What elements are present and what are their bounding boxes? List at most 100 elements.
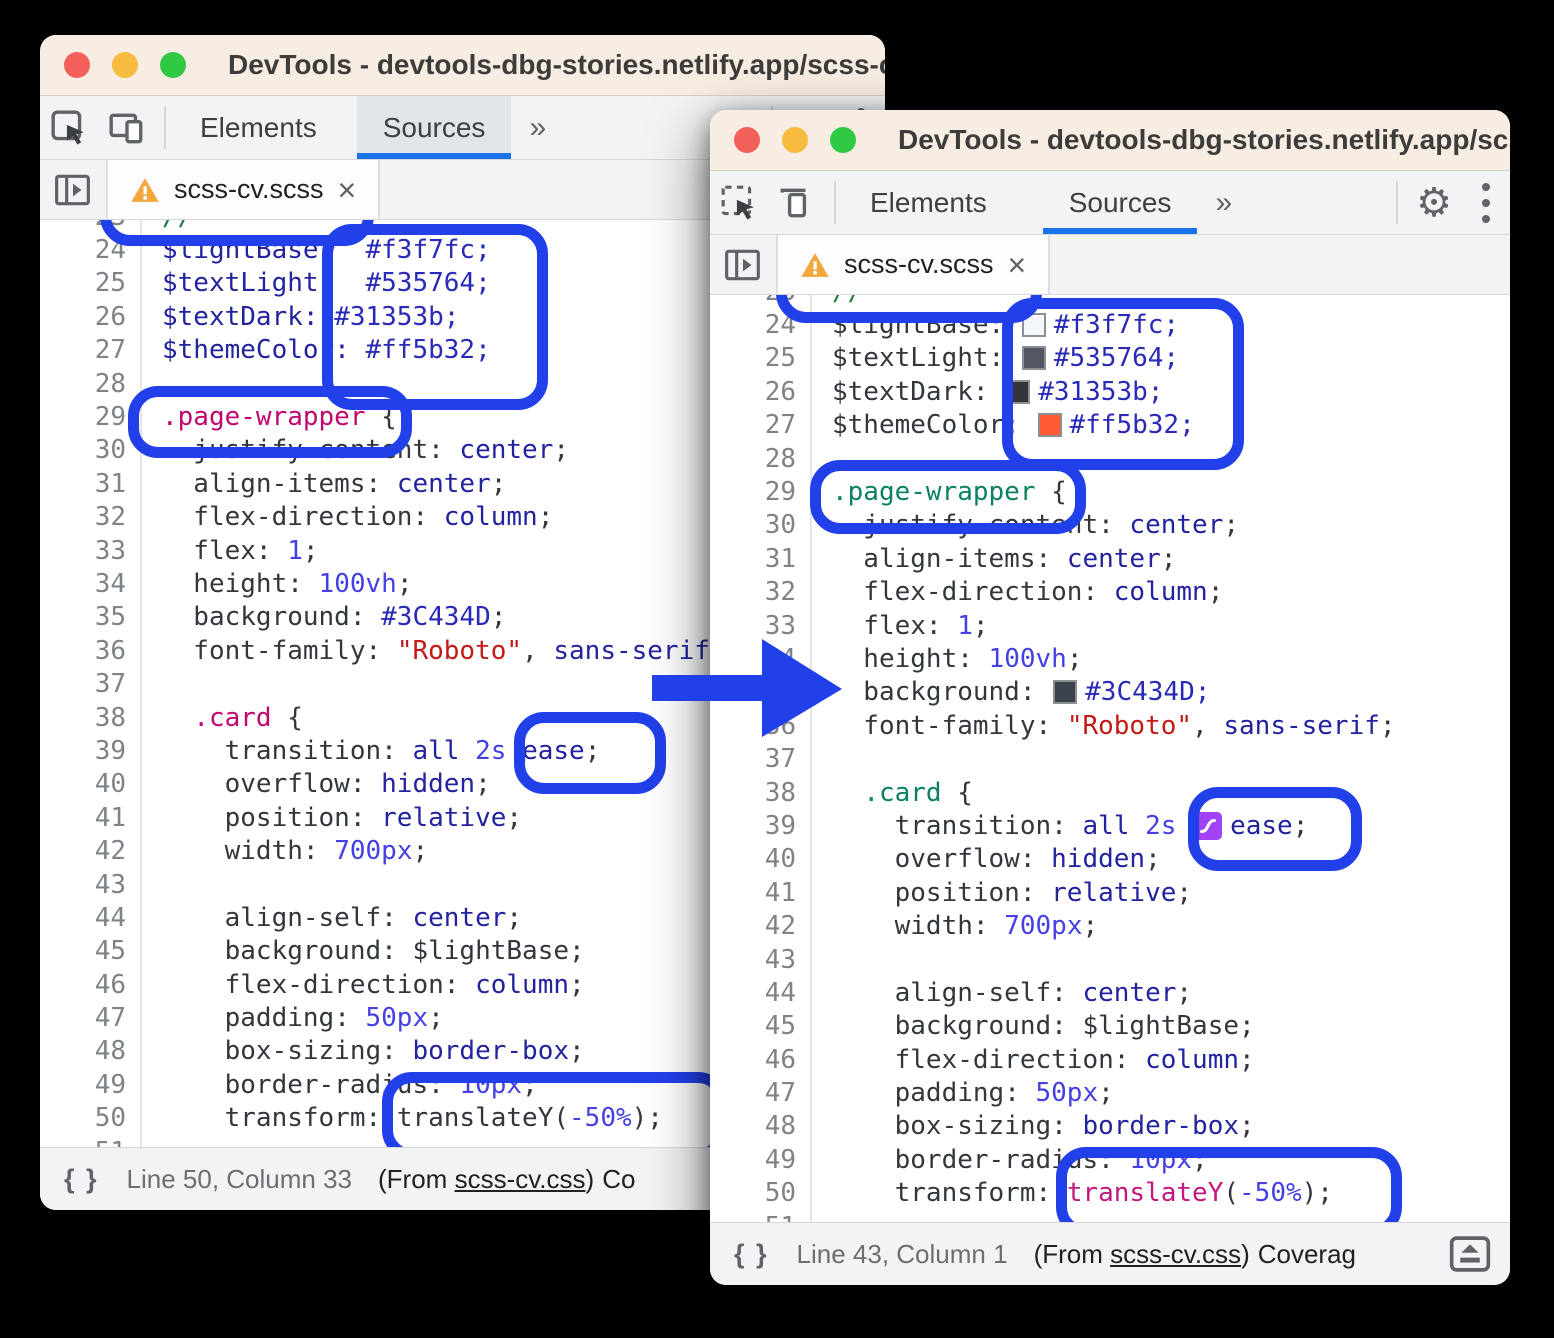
zoom-window-button[interactable]: [160, 52, 186, 78]
more-tabs-chevron[interactable]: »: [1197, 171, 1250, 234]
line-number: 37: [40, 669, 140, 699]
warning-icon: [800, 251, 830, 279]
code-text: border-radius: 10px;: [812, 1145, 1208, 1175]
line-number: 47: [710, 1078, 810, 1108]
line-number: 36: [40, 636, 140, 666]
code-text: overflow: hidden;: [812, 844, 1161, 874]
active-tab-underline: [1043, 228, 1198, 234]
code-line: 30 justify-content: center;: [710, 509, 1510, 542]
minimize-window-button[interactable]: [782, 127, 808, 153]
line-number: 50: [40, 1103, 140, 1133]
coverage-text: Coverag: [1258, 1239, 1356, 1270]
source-file-link[interactable]: scss-cv.css: [1110, 1239, 1241, 1269]
code-text: $textDark: #31353b;: [142, 302, 459, 332]
close-window-button[interactable]: [64, 52, 90, 78]
code-editor[interactable]: 23// ------------------------24$lightBas…: [710, 295, 1510, 1222]
devtools-toolbar: Elements Sources » ⚙: [710, 171, 1510, 235]
line-number: 37: [710, 744, 810, 774]
code-text: position: relative;: [142, 803, 522, 833]
more-tabs-chevron[interactable]: »: [511, 96, 564, 159]
device-toolbar-icon[interactable]: [768, 171, 826, 234]
code-text: $themeColor: #ff5b32;: [142, 335, 491, 365]
kebab-menu-icon[interactable]: [1462, 171, 1510, 234]
code-line: 40 overflow: hidden;: [710, 843, 1510, 876]
line-number: 24: [40, 235, 140, 265]
line-number: 51: [40, 1137, 140, 1147]
close-file-icon[interactable]: ×: [1008, 249, 1027, 281]
tab-elements[interactable]: Elements: [174, 96, 343, 159]
file-tab-label: scss-cv.scss: [174, 174, 324, 205]
line-number: 30: [40, 435, 140, 465]
color-swatch-icon: [1022, 346, 1046, 370]
code-line: 41 position: relative;: [710, 876, 1510, 909]
line-number: 42: [710, 911, 810, 941]
code-line: 48 box-sizing: border-box;: [710, 1110, 1510, 1143]
line-number: 27: [40, 335, 140, 365]
code-text: $lightBase: #f3f7fc;: [142, 235, 491, 265]
drawer-toggle-icon[interactable]: [1448, 1234, 1492, 1274]
code-text: .page-wrapper {: [812, 477, 1067, 507]
file-tab-scss-cv[interactable]: scss-cv.scss ×: [108, 160, 380, 219]
code-text: .card {: [142, 703, 303, 733]
line-number: 23: [40, 220, 140, 232]
minimize-window-button[interactable]: [112, 52, 138, 78]
line-number: 28: [710, 444, 810, 474]
line-number: 23: [710, 295, 810, 307]
line-number: 39: [710, 811, 810, 841]
code-text: height: 100vh;: [812, 644, 1082, 674]
warning-icon: [130, 176, 160, 204]
tab-sources[interactable]: Sources: [357, 96, 512, 159]
line-number: 32: [40, 502, 140, 532]
line-number: 48: [710, 1111, 810, 1141]
code-text: justify-content: center;: [812, 510, 1239, 540]
code-text: $lightBase: #f3f7fc;: [812, 310, 1179, 340]
settings-gear-icon[interactable]: ⚙: [1406, 171, 1462, 234]
line-number: 45: [710, 1011, 810, 1041]
line-number: 24: [710, 310, 810, 340]
pretty-print-icon[interactable]: { }: [64, 1164, 99, 1195]
line-number: 27: [710, 410, 810, 440]
source-file-link[interactable]: scss-cv.css: [455, 1164, 586, 1194]
code-text: // ------------------------: [812, 295, 1255, 307]
line-number: 38: [710, 778, 810, 808]
code-line: 29.page-wrapper {: [710, 475, 1510, 508]
code-text: width: 700px;: [142, 836, 428, 866]
navigator-toggle-icon[interactable]: [710, 235, 778, 294]
line-number: 41: [40, 803, 140, 833]
tab-sources[interactable]: Sources: [1043, 171, 1198, 234]
code-line: 44 align-self: center;: [710, 976, 1510, 1009]
code-line: 43: [710, 943, 1510, 976]
line-number: 34: [40, 569, 140, 599]
close-window-button[interactable]: [734, 127, 760, 153]
inspect-element-icon[interactable]: [40, 96, 98, 159]
line-number: 50: [710, 1178, 810, 1208]
close-file-icon[interactable]: ×: [338, 174, 357, 206]
cursor-position: Line 43, Column 1: [797, 1239, 1008, 1270]
code-text: flex-direction: column;: [142, 970, 585, 1000]
code-text: transform: translateY(-50%);: [812, 1178, 1333, 1208]
pretty-print-icon[interactable]: { }: [734, 1239, 769, 1270]
file-tab-label: scss-cv.scss: [844, 249, 994, 280]
zoom-window-button[interactable]: [830, 127, 856, 153]
code-text: font-family: "Roboto", sans-serif;: [142, 636, 726, 666]
line-number: 32: [710, 577, 810, 607]
tab-elements[interactable]: Elements: [844, 171, 1013, 234]
line-number: 25: [40, 268, 140, 298]
code-text: position: relative;: [812, 878, 1192, 908]
toolbar-divider: [164, 106, 166, 149]
file-tab-scss-cv[interactable]: scss-cv.scss ×: [778, 235, 1050, 294]
toolbar-divider: [1396, 181, 1398, 224]
code-text: background: $lightBase;: [142, 936, 585, 966]
code-line: 50 transform: translateY(-50%);: [710, 1177, 1510, 1210]
line-number: 46: [40, 970, 140, 1000]
line-number: 43: [40, 870, 140, 900]
code-text: align-items: center;: [812, 544, 1176, 574]
navigator-toggle-icon[interactable]: [40, 160, 108, 219]
code-text: padding: 50px;: [142, 1003, 444, 1033]
device-toolbar-icon[interactable]: [98, 96, 156, 159]
line-number: 31: [40, 469, 140, 499]
code-line: 37: [710, 742, 1510, 775]
code-text: background: #3C434D;: [142, 602, 506, 632]
inspect-element-icon[interactable]: [710, 171, 768, 234]
code-line: 39 transition: all 2s ease;: [710, 809, 1510, 842]
